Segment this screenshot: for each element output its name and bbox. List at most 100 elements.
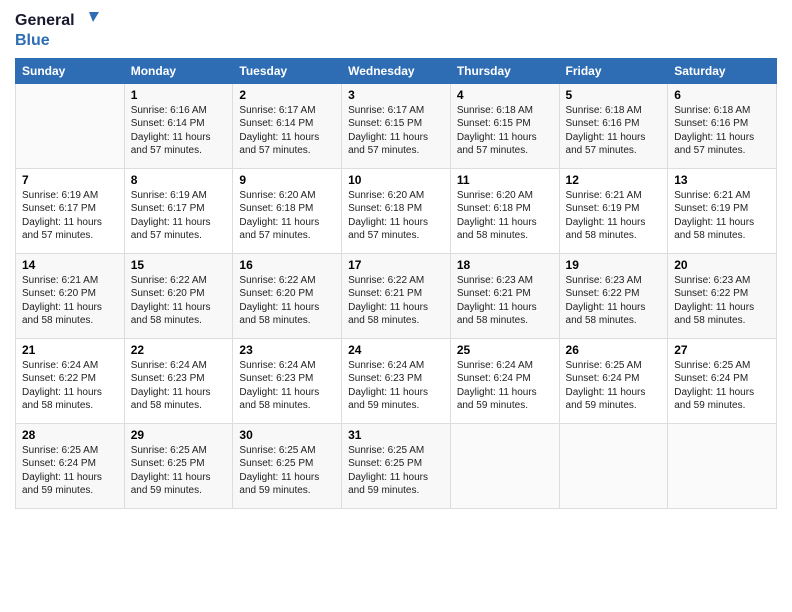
calendar-cell: 1 Sunrise: 6:16 AM Sunset: 6:14 PM Daylig…: [124, 83, 233, 168]
day-number: 11: [457, 173, 553, 187]
calendar-cell: 23 Sunrise: 6:24 AM Sunset: 6:23 PM Dayli…: [233, 338, 342, 423]
day-number: 8: [131, 173, 227, 187]
day-number: 12: [566, 173, 662, 187]
day-number: 18: [457, 258, 553, 272]
day-content: Sunrise: 6:24 AM Sunset: 6:23 PM Dayligh…: [348, 359, 444, 413]
day-content: Sunrise: 6:17 AM Sunset: 6:15 PM Dayligh…: [348, 104, 444, 158]
day-number: 16: [239, 258, 335, 272]
weekday-header-tuesday: Tuesday: [233, 58, 342, 83]
day-content: Sunrise: 6:25 AM Sunset: 6:25 PM Dayligh…: [239, 444, 335, 498]
calendar-cell: 18 Sunrise: 6:23 AM Sunset: 6:21 PM Dayli…: [450, 253, 559, 338]
calendar-cell: 30 Sunrise: 6:25 AM Sunset: 6:25 PM Dayli…: [233, 423, 342, 508]
calendar-cell: 24 Sunrise: 6:24 AM Sunset: 6:23 PM Dayli…: [342, 338, 451, 423]
day-content: Sunrise: 6:16 AM Sunset: 6:14 PM Dayligh…: [131, 104, 227, 158]
weekday-header-thursday: Thursday: [450, 58, 559, 83]
day-content: Sunrise: 6:25 AM Sunset: 6:24 PM Dayligh…: [674, 359, 770, 413]
day-content: Sunrise: 6:25 AM Sunset: 6:24 PM Dayligh…: [566, 359, 662, 413]
calendar-cell: 13Sunrise: 6:21 AM Sunset: 6:19 PM Dayli…: [668, 168, 777, 253]
day-content: Sunrise: 6:18 AM Sunset: 6:16 PM Dayligh…: [566, 104, 662, 158]
weekday-header-saturday: Saturday: [668, 58, 777, 83]
day-number: 9: [239, 173, 335, 187]
calendar-cell: 26 Sunrise: 6:25 AM Sunset: 6:24 PM Dayli…: [559, 338, 668, 423]
calendar-cell: 20 Sunrise: 6:23 AM Sunset: 6:22 PM Dayli…: [668, 253, 777, 338]
day-number: 14: [22, 258, 118, 272]
day-content: Sunrise: 6:17 AM Sunset: 6:14 PM Dayligh…: [239, 104, 335, 158]
weekday-header-friday: Friday: [559, 58, 668, 83]
calendar-cell: 5 Sunrise: 6:18 AM Sunset: 6:16 PM Daylig…: [559, 83, 668, 168]
day-number: 5: [566, 88, 662, 102]
calendar-week-row: 1 Sunrise: 6:16 AM Sunset: 6:14 PM Daylig…: [16, 83, 777, 168]
calendar-cell: 4 Sunrise: 6:18 AM Sunset: 6:15 PM Daylig…: [450, 83, 559, 168]
day-number: 27: [674, 343, 770, 357]
header: General Blue: [15, 10, 777, 50]
day-number: 20: [674, 258, 770, 272]
calendar-container: General Blue SundayMondayTuesdayWednesda…: [0, 0, 792, 612]
calendar-cell: 9Sunrise: 6:20 AM Sunset: 6:18 PM Daylig…: [233, 168, 342, 253]
calendar-cell: [450, 423, 559, 508]
calendar-week-row: 7 Sunrise: 6:19 AM Sunset: 6:17 PM Daylig…: [16, 168, 777, 253]
weekday-header-monday: Monday: [124, 58, 233, 83]
day-content: Sunrise: 6:25 AM Sunset: 6:24 PM Dayligh…: [22, 444, 118, 498]
calendar-cell: 17 Sunrise: 6:22 AM Sunset: 6:21 PM Dayli…: [342, 253, 451, 338]
day-content: Sunrise: 6:21 AM Sunset: 6:19 PM Dayligh…: [674, 189, 770, 243]
day-number: 30: [239, 428, 335, 442]
day-content: Sunrise: 6:22 AM Sunset: 6:21 PM Dayligh…: [348, 274, 444, 328]
weekday-header-wednesday: Wednesday: [342, 58, 451, 83]
calendar-cell: 29 Sunrise: 6:25 AM Sunset: 6:25 PM Dayli…: [124, 423, 233, 508]
calendar-cell: 21 Sunrise: 6:24 AM Sunset: 6:22 PM Dayli…: [16, 338, 125, 423]
day-content: Sunrise: 6:19 AM Sunset: 6:17 PM Dayligh…: [22, 189, 118, 243]
calendar-cell: 25 Sunrise: 6:24 AM Sunset: 6:24 PM Dayli…: [450, 338, 559, 423]
day-number: 29: [131, 428, 227, 442]
day-number: 1: [131, 88, 227, 102]
day-number: 7: [22, 173, 118, 187]
calendar-cell: 16Sunrise: 6:22 AM Sunset: 6:20 PM Dayli…: [233, 253, 342, 338]
day-content: Sunrise: 6:25 AM Sunset: 6:25 PM Dayligh…: [131, 444, 227, 498]
day-content: Sunrise: 6:20 AM Sunset: 6:18 PM Dayligh…: [348, 189, 444, 243]
calendar-week-row: 21 Sunrise: 6:24 AM Sunset: 6:22 PM Dayli…: [16, 338, 777, 423]
day-number: 26: [566, 343, 662, 357]
day-number: 23: [239, 343, 335, 357]
calendar-cell: 15Sunrise: 6:22 AM Sunset: 6:20 PM Dayli…: [124, 253, 233, 338]
calendar-cell: 10Sunrise: 6:20 AM Sunset: 6:18 PM Dayli…: [342, 168, 451, 253]
day-content: Sunrise: 6:24 AM Sunset: 6:23 PM Dayligh…: [239, 359, 335, 413]
day-content: Sunrise: 6:23 AM Sunset: 6:22 PM Dayligh…: [566, 274, 662, 328]
day-number: 25: [457, 343, 553, 357]
day-number: 28: [22, 428, 118, 442]
calendar-week-row: 28 Sunrise: 6:25 AM Sunset: 6:24 PM Dayli…: [16, 423, 777, 508]
day-content: Sunrise: 6:23 AM Sunset: 6:22 PM Dayligh…: [674, 274, 770, 328]
day-number: 21: [22, 343, 118, 357]
day-content: Sunrise: 6:24 AM Sunset: 6:24 PM Dayligh…: [457, 359, 553, 413]
day-content: Sunrise: 6:20 AM Sunset: 6:18 PM Dayligh…: [457, 189, 553, 243]
calendar-cell: 31Sunrise: 6:25 AM Sunset: 6:25 PM Dayli…: [342, 423, 451, 508]
calendar-cell: 27 Sunrise: 6:25 AM Sunset: 6:24 PM Dayli…: [668, 338, 777, 423]
calendar-cell: 28 Sunrise: 6:25 AM Sunset: 6:24 PM Dayli…: [16, 423, 125, 508]
calendar-cell: [668, 423, 777, 508]
day-content: Sunrise: 6:21 AM Sunset: 6:20 PM Dayligh…: [22, 274, 118, 328]
calendar-cell: 14 Sunrise: 6:21 AM Sunset: 6:20 PM Dayli…: [16, 253, 125, 338]
day-content: Sunrise: 6:18 AM Sunset: 6:16 PM Dayligh…: [674, 104, 770, 158]
day-content: Sunrise: 6:23 AM Sunset: 6:21 PM Dayligh…: [457, 274, 553, 328]
day-number: 22: [131, 343, 227, 357]
day-content: Sunrise: 6:24 AM Sunset: 6:22 PM Dayligh…: [22, 359, 118, 413]
day-number: 17: [348, 258, 444, 272]
weekday-header-row: SundayMondayTuesdayWednesdayThursdayFrid…: [16, 58, 777, 83]
day-content: Sunrise: 6:25 AM Sunset: 6:25 PM Dayligh…: [348, 444, 444, 498]
calendar-cell: 22 Sunrise: 6:24 AM Sunset: 6:23 PM Dayli…: [124, 338, 233, 423]
calendar-cell: 11 Sunrise: 6:20 AM Sunset: 6:18 PM Dayli…: [450, 168, 559, 253]
day-number: 2: [239, 88, 335, 102]
weekday-header-sunday: Sunday: [16, 58, 125, 83]
calendar-cell: 2 Sunrise: 6:17 AM Sunset: 6:14 PM Daylig…: [233, 83, 342, 168]
day-content: Sunrise: 6:24 AM Sunset: 6:23 PM Dayligh…: [131, 359, 227, 413]
calendar-cell: 6 Sunrise: 6:18 AM Sunset: 6:16 PM Daylig…: [668, 83, 777, 168]
calendar-cell: 8Sunrise: 6:19 AM Sunset: 6:17 PM Daylig…: [124, 168, 233, 253]
day-content: Sunrise: 6:18 AM Sunset: 6:15 PM Dayligh…: [457, 104, 553, 158]
day-number: 4: [457, 88, 553, 102]
calendar-cell: 19Sunrise: 6:23 AM Sunset: 6:22 PM Dayli…: [559, 253, 668, 338]
day-content: Sunrise: 6:22 AM Sunset: 6:20 PM Dayligh…: [131, 274, 227, 328]
calendar-cell: 7 Sunrise: 6:19 AM Sunset: 6:17 PM Daylig…: [16, 168, 125, 253]
day-number: 24: [348, 343, 444, 357]
day-number: 6: [674, 88, 770, 102]
day-number: 3: [348, 88, 444, 102]
calendar-week-row: 14 Sunrise: 6:21 AM Sunset: 6:20 PM Dayli…: [16, 253, 777, 338]
day-content: Sunrise: 6:21 AM Sunset: 6:19 PM Dayligh…: [566, 189, 662, 243]
